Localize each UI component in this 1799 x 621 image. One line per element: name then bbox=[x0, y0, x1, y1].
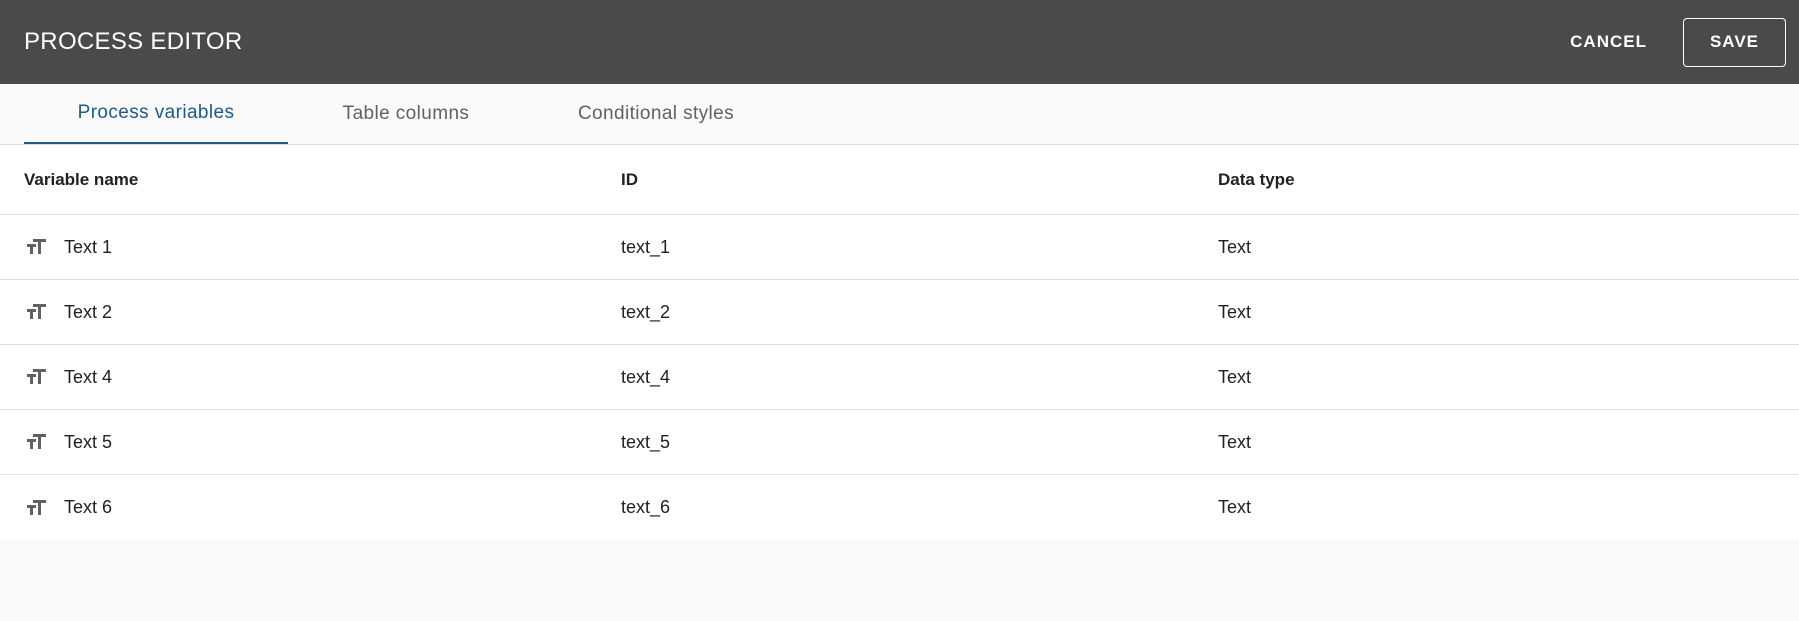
variable-name-cell: Text 4 bbox=[24, 365, 621, 389]
variable-data-type: Text bbox=[1218, 301, 1252, 322]
variable-name: Text 6 bbox=[64, 497, 113, 517]
tab-process-variables[interactable]: Process variables bbox=[24, 84, 288, 144]
variable-id: text_1 bbox=[621, 236, 671, 257]
table-row[interactable]: Text 2 text_2 Text bbox=[0, 280, 1799, 345]
header-actions: CANCEL SAVE bbox=[1546, 17, 1786, 67]
variable-id: text_2 bbox=[621, 301, 671, 322]
variable-name: Text 2 bbox=[64, 301, 113, 322]
variable-data-type: Text bbox=[1218, 431, 1252, 452]
tab-conditional-styles[interactable]: Conditional styles bbox=[524, 84, 788, 144]
variable-name: Text 5 bbox=[64, 431, 113, 452]
variable-id: text_4 bbox=[621, 366, 671, 387]
table-row[interactable]: Text 4 text_4 Text bbox=[0, 345, 1799, 410]
tab-table-columns[interactable]: Table columns bbox=[288, 84, 524, 144]
column-header-variable-name: Variable name bbox=[24, 169, 139, 189]
variable-name-cell: Text 2 bbox=[24, 300, 621, 324]
empty-area bbox=[0, 540, 1799, 621]
column-header-data-type: Data type bbox=[1218, 169, 1295, 189]
page-title: PROCESS EDITOR bbox=[24, 28, 243, 55]
variable-name: Text 4 bbox=[64, 366, 113, 387]
text-type-icon bbox=[27, 369, 46, 384]
variable-name-cell: Text 6 bbox=[24, 496, 621, 520]
variable-name-cell: Text 5 bbox=[24, 430, 621, 454]
text-type-icon bbox=[27, 434, 46, 449]
save-button[interactable]: SAVE bbox=[1683, 17, 1786, 67]
cancel-button[interactable]: CANCEL bbox=[1546, 18, 1671, 66]
variable-name-cell: Text 1 bbox=[24, 235, 621, 259]
variable-id: text_5 bbox=[621, 431, 671, 452]
variable-data-type: Text bbox=[1218, 497, 1252, 517]
table-row[interactable]: Text 5 text_5 Text bbox=[0, 410, 1799, 475]
variable-name: Text 1 bbox=[64, 236, 113, 257]
variable-data-type: Text bbox=[1218, 366, 1252, 387]
table-row[interactable]: Text 1 text_1 Text bbox=[0, 215, 1799, 280]
app-header: PROCESS EDITOR CANCEL SAVE bbox=[0, 0, 1799, 84]
variables-table: Variable name ID Data type Text 1 text_1… bbox=[0, 145, 1799, 540]
text-type-icon bbox=[27, 304, 46, 319]
tab-bar: Process variables Table columns Conditio… bbox=[0, 84, 1799, 145]
text-type-icon bbox=[27, 499, 46, 515]
column-header-id: ID bbox=[621, 169, 638, 189]
text-type-icon bbox=[27, 239, 46, 254]
variable-id: text_6 bbox=[621, 497, 671, 517]
table-row[interactable]: Text 6 text_6 Text bbox=[0, 475, 1799, 540]
variable-data-type: Text bbox=[1218, 236, 1252, 257]
table-header-row: Variable name ID Data type bbox=[0, 145, 1799, 215]
